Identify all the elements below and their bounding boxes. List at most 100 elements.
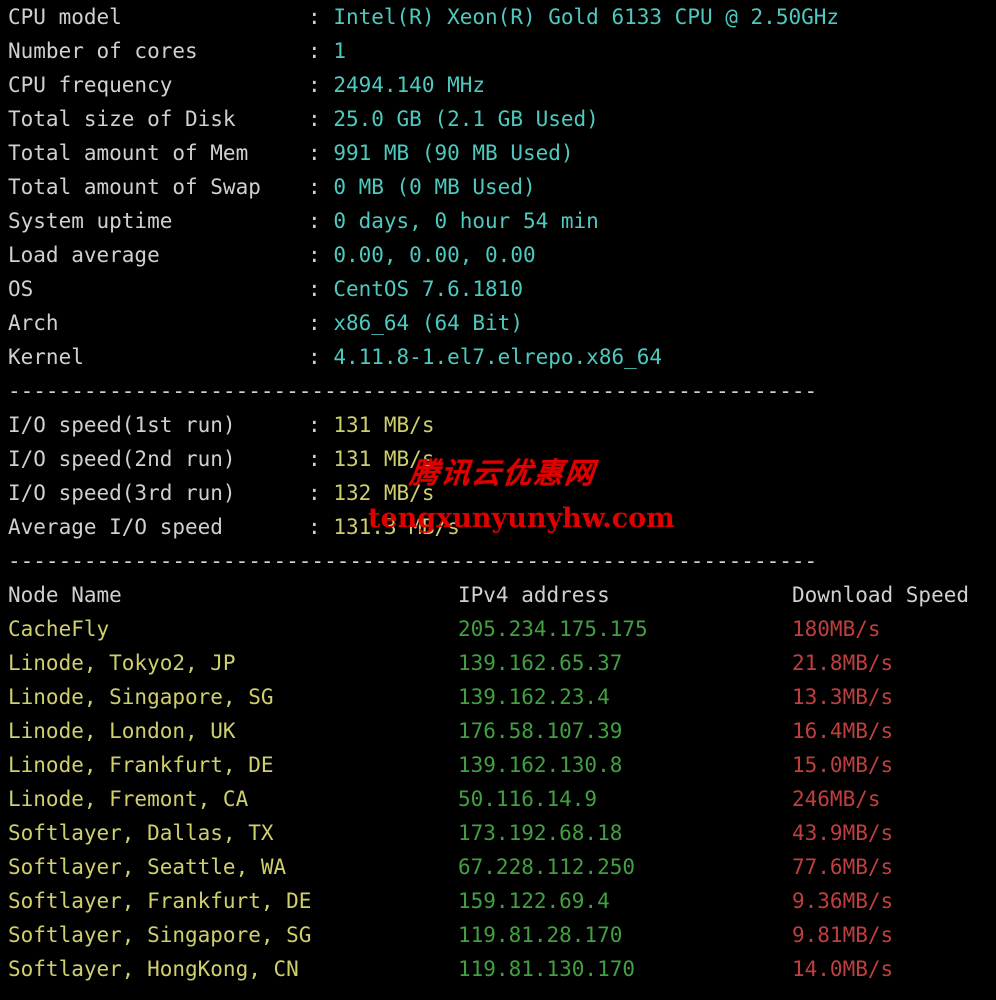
download-speed-cell: 14.0MB/s [792, 957, 894, 981]
table-row: Softlayer, Singapore, SG 119.81.28.170 9.8… [0, 918, 996, 952]
io-speed-row: Average I/O speed: 131.3 MB/s [0, 510, 996, 544]
ipv4-address-cell: 119.81.130.170 [458, 957, 636, 981]
separator-colon: : [308, 243, 321, 267]
table-row: CacheFly 205.234.175.175 180MB/s [0, 612, 996, 646]
node-name-cell: Linode, Tokyo2, JP [8, 651, 236, 675]
table-row: Linode, London, UK 176.58.107.39 16.4MB/s [0, 714, 996, 748]
table-row: Softlayer, Dallas, TX 173.192.68.18 43.9MB… [0, 816, 996, 850]
node-name-cell: Linode, Singapore, SG [8, 685, 274, 709]
ipv4-address-cell: 205.234.175.175 [458, 617, 648, 641]
separator-colon: : [308, 515, 321, 539]
system-info-label: CPU model [8, 5, 122, 29]
separator-colon: : [308, 73, 321, 97]
system-info-label: Total amount of Swap [8, 175, 261, 199]
system-info-row: CPU frequency: 2494.140 MHz [0, 68, 996, 102]
node-name-cell: Linode, Frankfurt, DE [8, 753, 274, 777]
divider-line-1: ----------------------------------------… [8, 379, 818, 403]
node-name-cell: Softlayer, Singapore, SG [8, 923, 312, 947]
io-speed-row: I/O speed(2nd run): 131 MB/s [0, 442, 996, 476]
system-info-value: x86_64 (64 Bit) [333, 311, 523, 335]
io-speed-label: I/O speed(2nd run) [8, 447, 236, 471]
io-speed-label: I/O speed(1st run) [8, 413, 236, 437]
separator-colon: : [308, 277, 321, 301]
system-info-value: CentOS 7.6.1810 [333, 277, 523, 301]
column-header-download-speed: Download Speed [792, 583, 970, 607]
node-name-cell: Softlayer, Seattle, WA [8, 855, 287, 879]
io-speed-label: Average I/O speed [8, 515, 223, 539]
system-info-row: Total amount of Swap: 0 MB (0 MB Used) [0, 170, 996, 204]
system-info-label: System uptime [8, 209, 173, 233]
separator-colon: : [308, 345, 321, 369]
system-info-label: CPU frequency [8, 73, 173, 97]
separator-colon: : [308, 141, 321, 165]
ipv4-address-cell: 119.81.28.170 [458, 923, 623, 947]
separator-colon: : [308, 209, 321, 233]
ipv4-address-cell: 173.192.68.18 [458, 821, 623, 845]
system-info-row: Load average: 0.00, 0.00, 0.00 [0, 238, 996, 272]
system-info-value: 0 days, 0 hour 54 min [333, 209, 599, 233]
io-speed-row: I/O speed(1st run): 131 MB/s [0, 408, 996, 442]
download-speed-cell: 246MB/s [792, 787, 881, 811]
system-info-row: Arch: x86_64 (64 Bit) [0, 306, 996, 340]
system-info-value: 0 MB (0 MB Used) [333, 175, 536, 199]
separator-colon: : [308, 481, 321, 505]
table-row: Softlayer, Frankfurt, DE 159.122.69.4 9.36… [0, 884, 996, 918]
download-speed-cell: 15.0MB/s [792, 753, 894, 777]
separator-colon: : [308, 5, 321, 29]
io-speed-label: I/O speed(3rd run) [8, 481, 236, 505]
system-info-label: Kernel [8, 345, 84, 369]
ipv4-address-cell: 139.162.130.8 [458, 753, 623, 777]
table-row: Softlayer, Seattle, WA 67.228.112.250 77.6… [0, 850, 996, 884]
node-name-cell: Softlayer, Frankfurt, DE [8, 889, 312, 913]
system-info-label: Number of cores [8, 39, 198, 63]
column-header-ipv4: IPv4 address [458, 583, 610, 607]
separator-colon: : [308, 413, 321, 437]
io-speed-value: 131.3 MB/s [333, 515, 460, 539]
system-info-value: 2494.140 MHz [333, 73, 486, 97]
system-info-label: OS [8, 277, 34, 301]
separator-colon: : [308, 447, 321, 471]
system-info-label: Total size of Disk [8, 107, 236, 131]
column-header-node-name: Node Name [8, 583, 122, 607]
divider-line-2: ----------------------------------------… [8, 549, 818, 573]
system-info-row: OS: CentOS 7.6.1810 [0, 272, 996, 306]
table-row: Linode, Singapore, SG 139.162.23.4 13.3MB/… [0, 680, 996, 714]
system-info-value: 25.0 GB (2.1 GB Used) [333, 107, 599, 131]
download-speed-cell: 9.81MB/s [792, 923, 894, 947]
node-name-cell: Softlayer, HongKong, CN [8, 957, 299, 981]
node-name-cell: Linode, London, UK [8, 719, 236, 743]
node-name-cell: Softlayer, Dallas, TX [8, 821, 274, 845]
node-name-cell: CacheFly [8, 617, 110, 641]
system-info-label: Load average [8, 243, 160, 267]
system-info-value: 1 [333, 39, 346, 63]
system-info-label: Total amount of Mem [8, 141, 249, 165]
ipv4-address-cell: 50.116.14.9 [458, 787, 598, 811]
table-row: Softlayer, HongKong, CN 119.81.130.170 14.… [0, 952, 996, 986]
separator-colon: : [308, 39, 321, 63]
separator-colon: : [308, 107, 321, 131]
table-row: Linode, Fremont, CA 50.116.14.9 246MB/s [0, 782, 996, 816]
io-speed-value: 132 MB/s [333, 481, 435, 505]
io-speed-row: I/O speed(3rd run): 132 MB/s [0, 476, 996, 510]
download-speed-cell: 21.8MB/s [792, 651, 894, 675]
system-info-value: Intel(R) Xeon(R) Gold 6133 CPU @ 2.50GHz [333, 5, 840, 29]
table-row: Linode, Tokyo2, JP 139.162.65.37 21.8MB/s [0, 646, 996, 680]
io-speed-value: 131 MB/s [333, 413, 435, 437]
download-speed-cell: 77.6MB/s [792, 855, 894, 879]
system-info-row: CPU model: Intel(R) Xeon(R) Gold 6133 CP… [0, 0, 996, 34]
ipv4-address-cell: 139.162.65.37 [458, 651, 623, 675]
ipv4-address-cell: 67.228.112.250 [458, 855, 636, 879]
system-info-row: System uptime: 0 days, 0 hour 54 min [0, 204, 996, 238]
system-info-value: 4.11.8-1.el7.elrepo.x86_64 [333, 345, 663, 369]
table-row: Linode, Frankfurt, DE 139.162.130.8 15.0MB… [0, 748, 996, 782]
terminal-window: CPU model: Intel(R) Xeon(R) Gold 6133 CP… [0, 0, 996, 1000]
download-speed-cell: 180MB/s [792, 617, 881, 641]
system-info-row: Total amount of Mem: 991 MB (90 MB Used) [0, 136, 996, 170]
download-speed-cell: 9.36MB/s [792, 889, 894, 913]
system-info-row: Number of cores: 1 [0, 34, 996, 68]
node-table-header-row: Node Name IPv4 address Download Speed [0, 578, 996, 612]
system-info-row: Total size of Disk: 25.0 GB (2.1 GB Used… [0, 102, 996, 136]
download-speed-cell: 43.9MB/s [792, 821, 894, 845]
node-name-cell: Linode, Fremont, CA [8, 787, 249, 811]
download-speed-cell: 16.4MB/s [792, 719, 894, 743]
